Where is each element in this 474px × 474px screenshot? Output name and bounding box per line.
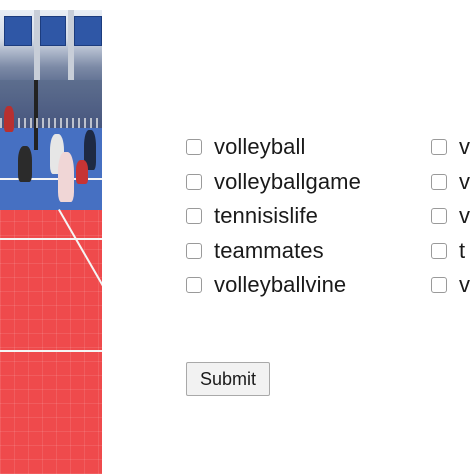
wall-banner bbox=[4, 16, 32, 46]
player-figure bbox=[58, 152, 74, 202]
court-line bbox=[0, 238, 102, 240]
checkbox[interactable] bbox=[431, 277, 447, 294]
option-truncated[interactable]: v bbox=[429, 130, 470, 165]
option-label: tennisislife bbox=[214, 203, 318, 229]
option-label: v bbox=[459, 168, 471, 194]
option-tennisislife[interactable]: tennisislife bbox=[184, 199, 361, 234]
option-label: v bbox=[459, 203, 471, 229]
option-truncated[interactable]: v bbox=[429, 268, 470, 303]
option-truncated[interactable]: v bbox=[429, 199, 470, 234]
player-figure bbox=[18, 146, 32, 182]
option-label: v bbox=[459, 134, 471, 160]
page: volleyball volleyballgame tennisislife t… bbox=[0, 0, 474, 474]
checkbox[interactable] bbox=[431, 173, 447, 190]
hashtag-form: volleyball volleyballgame tennisislife t… bbox=[184, 130, 474, 410]
checkbox[interactable] bbox=[186, 242, 202, 259]
wall-banner bbox=[74, 16, 102, 46]
option-label: t bbox=[459, 237, 466, 263]
option-volleyball[interactable]: volleyball bbox=[184, 130, 361, 165]
option-teammates[interactable]: teammates bbox=[184, 234, 361, 269]
checkbox[interactable] bbox=[431, 208, 447, 225]
checkbox[interactable] bbox=[431, 242, 447, 259]
checkbox[interactable] bbox=[186, 277, 202, 294]
option-truncated[interactable]: v bbox=[429, 165, 470, 200]
court-floor-red bbox=[0, 210, 102, 474]
option-volleyballvine[interactable]: volleyballvine bbox=[184, 268, 361, 303]
submit-button[interactable]: Submit bbox=[186, 362, 270, 396]
option-label: volleyballgame bbox=[214, 168, 361, 194]
option-volleyballgame[interactable]: volleyballgame bbox=[184, 165, 361, 200]
option-truncated[interactable]: t bbox=[429, 234, 470, 269]
checkbox-column-2: v v v t v bbox=[429, 130, 470, 303]
court-line bbox=[0, 350, 102, 352]
checkbox[interactable] bbox=[186, 208, 202, 225]
video-thumbnail[interactable] bbox=[0, 10, 102, 474]
player-figure bbox=[76, 160, 88, 184]
checkbox[interactable] bbox=[186, 139, 202, 156]
net-post bbox=[34, 80, 38, 150]
checkbox-column-1: volleyball volleyballgame tennisislife t… bbox=[184, 130, 361, 303]
player-figure bbox=[4, 106, 14, 132]
wall-banner bbox=[40, 16, 66, 46]
checkbox[interactable] bbox=[186, 173, 202, 190]
volleyball-net bbox=[0, 118, 102, 128]
option-label: teammates bbox=[214, 237, 324, 263]
option-label: v bbox=[459, 272, 471, 298]
checkbox[interactable] bbox=[431, 139, 447, 156]
option-label: volleyballvine bbox=[214, 272, 347, 298]
option-label: volleyball bbox=[214, 134, 306, 160]
